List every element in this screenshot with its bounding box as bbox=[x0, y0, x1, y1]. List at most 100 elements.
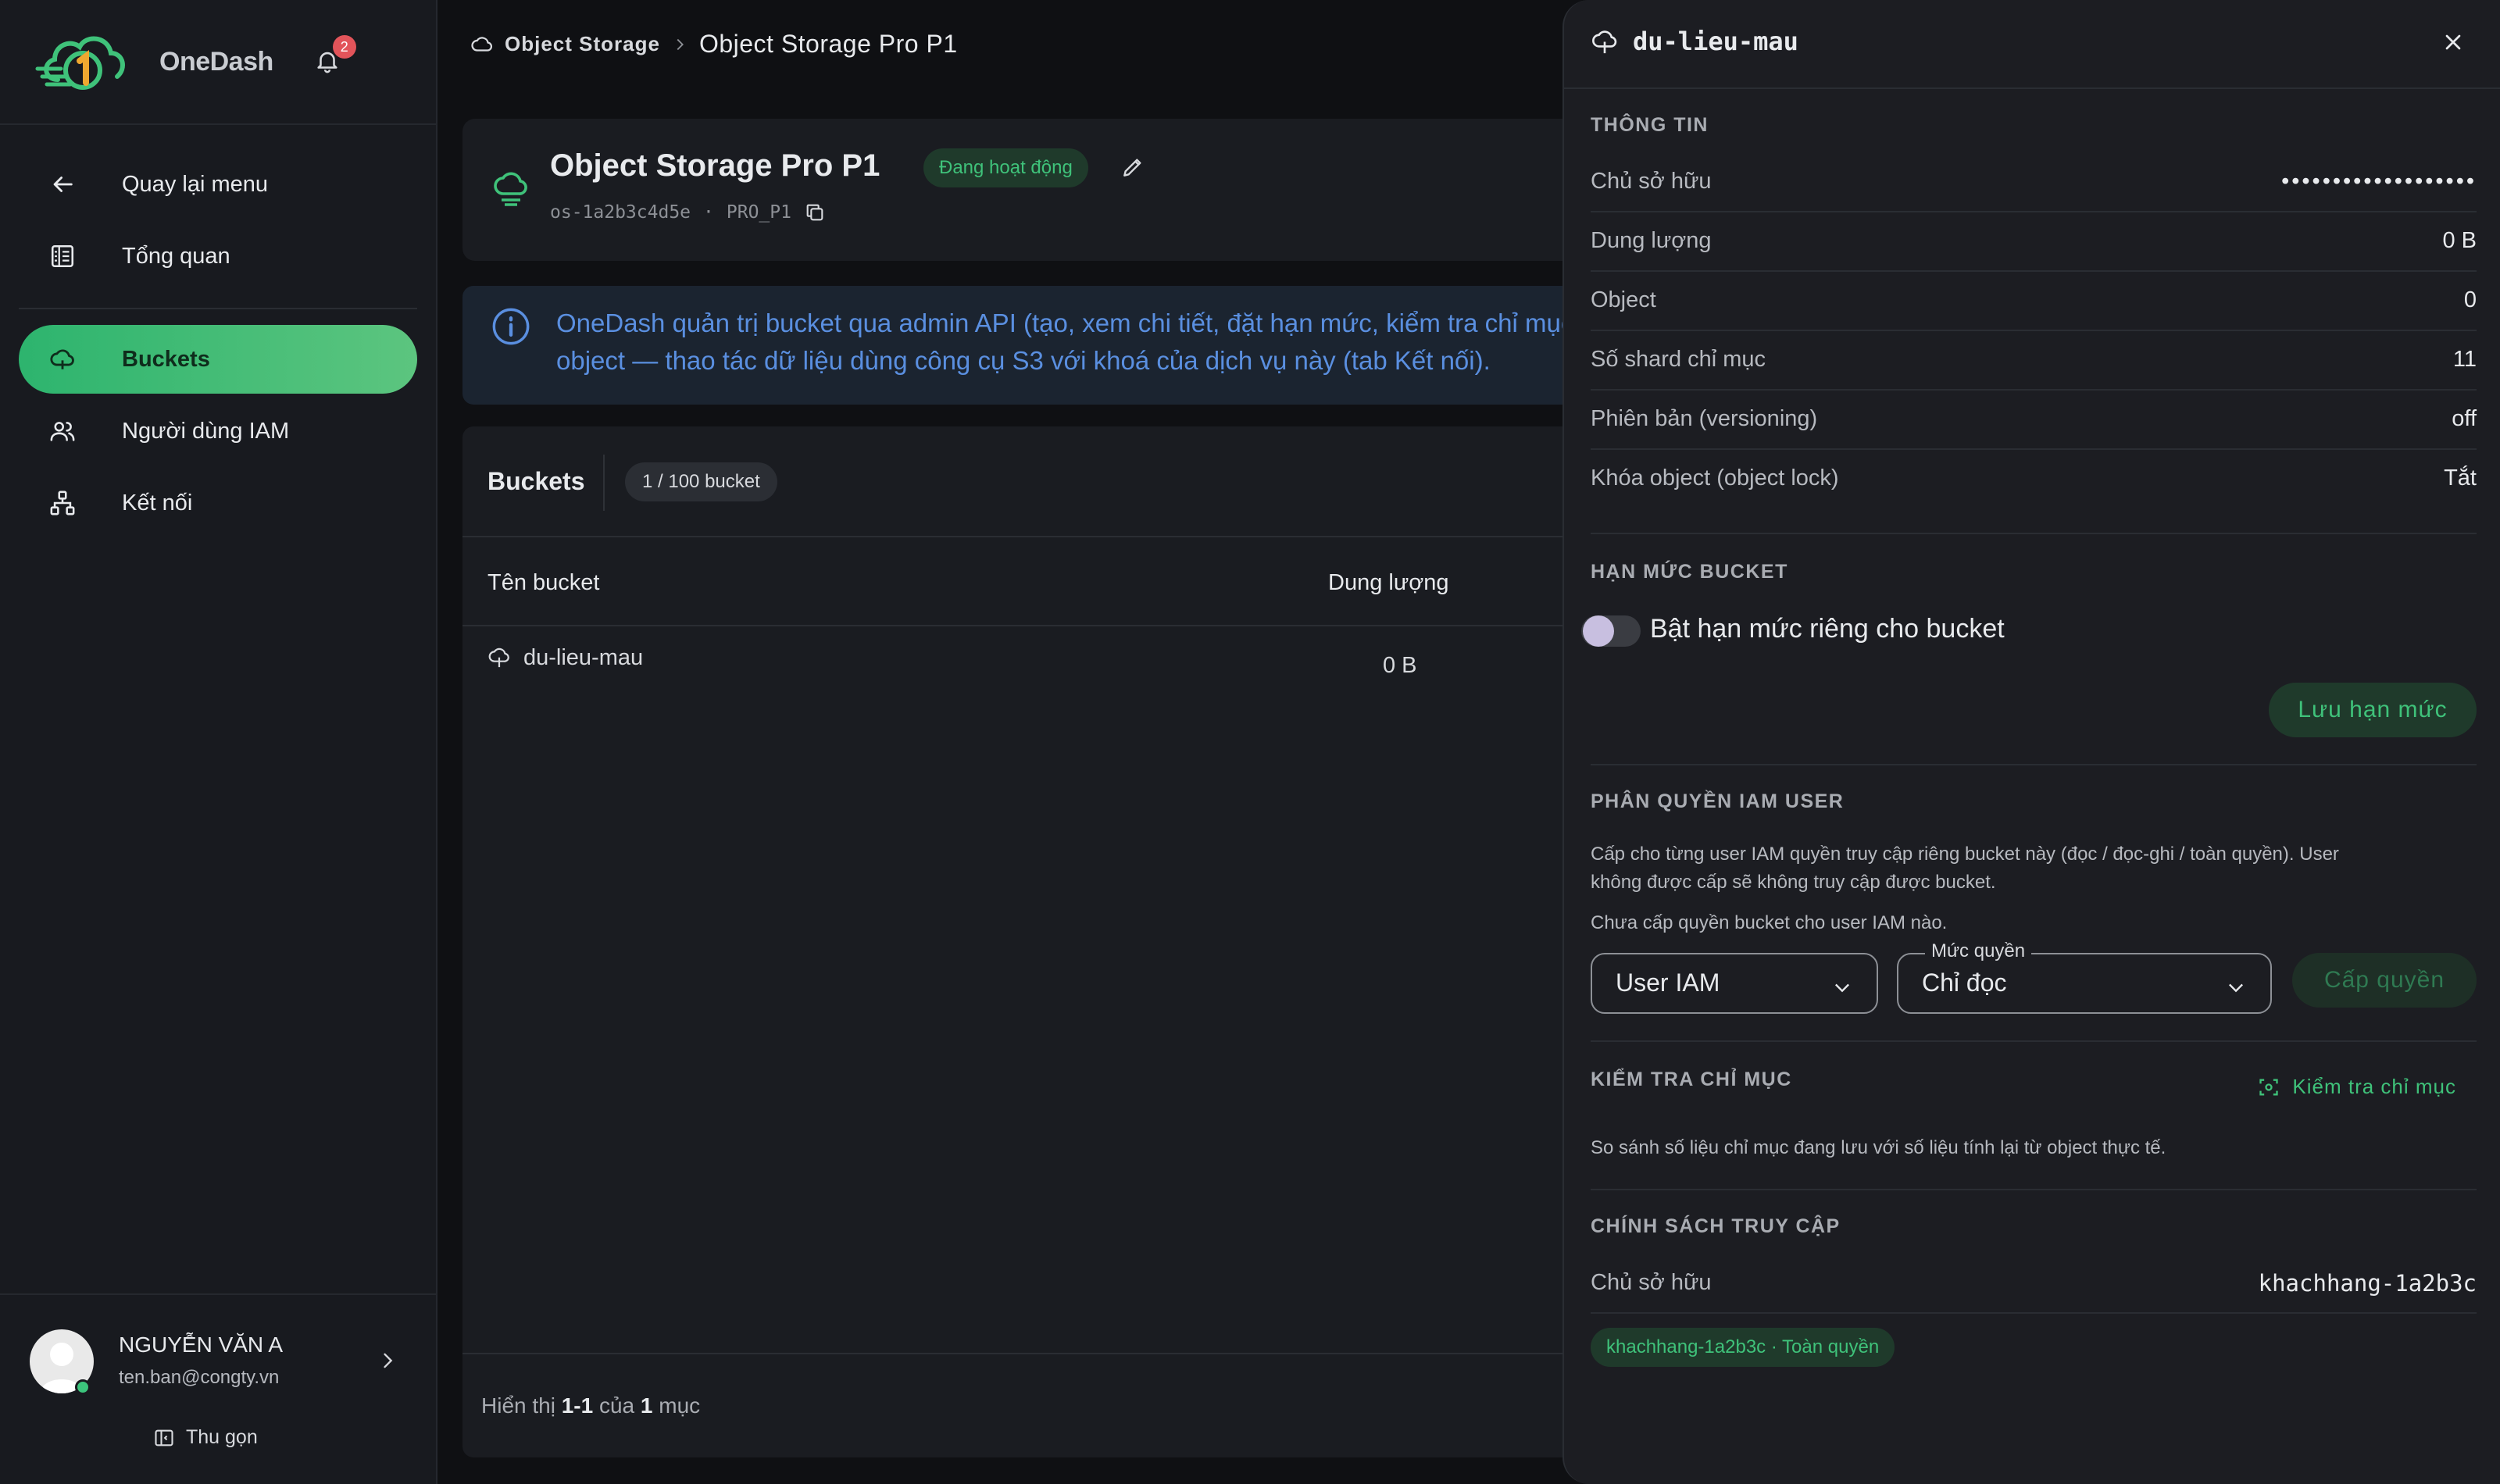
iam-empty-text: Chưa cấp quyền bucket cho user IAM nào. bbox=[1591, 912, 1948, 933]
info-row-objects: Object 0 bbox=[1591, 272, 2477, 331]
sidebar-item-iam-users[interactable]: Người dùng IAM bbox=[19, 397, 417, 466]
breadcrumb-current: Object Storage Pro P1 bbox=[698, 30, 958, 58]
section-title-iam: PHÂN QUYỀN IAM USER bbox=[1591, 790, 1845, 812]
chevron-down-icon bbox=[2229, 983, 2243, 993]
column-header-size[interactable]: Dung lượng bbox=[1328, 570, 1449, 596]
section-divider bbox=[1591, 1040, 2477, 1042]
cloud-icon bbox=[471, 36, 493, 52]
network-icon bbox=[41, 490, 84, 516]
sidebar-item-back[interactable]: Quay lại menu bbox=[19, 150, 417, 219]
edit-icon[interactable] bbox=[1120, 155, 1145, 184]
chevron-right-icon[interactable] bbox=[377, 1350, 398, 1375]
user-name: NGUYỄN VĂN A bbox=[119, 1332, 284, 1357]
user-profile[interactable]: NGUYỄN VĂN A ten.ban@congty.vn Thu gọn bbox=[0, 1293, 438, 1484]
sidebar-item-label: Tổng quan bbox=[122, 243, 230, 269]
chevron-down-icon bbox=[1835, 983, 1849, 993]
bucket-count-badge: 1 / 100 bucket bbox=[625, 462, 777, 501]
check-index-label: Kiểm tra chỉ mục bbox=[2292, 1075, 2456, 1098]
sidebar-item-label: Buckets bbox=[122, 346, 210, 372]
sidebar-item-label: Người dùng IAM bbox=[122, 418, 290, 444]
quota-toggle-label: Bật hạn mức riêng cho bucket bbox=[1650, 614, 2005, 644]
service-plan: PRO_P1 bbox=[726, 202, 791, 223]
iam-description: Cấp cho từng user IAM quyền truy cập riê… bbox=[1591, 840, 2477, 897]
iam-user-select[interactable]: User IAM bbox=[1591, 953, 1878, 1014]
close-icon[interactable] bbox=[2441, 30, 2466, 59]
toggle-knob bbox=[1583, 615, 1614, 647]
service-id: os-1a2b3c4d5e bbox=[550, 202, 691, 223]
notification-badge: 2 bbox=[332, 35, 356, 59]
dashboard-icon bbox=[41, 243, 84, 269]
separator: · bbox=[703, 202, 714, 223]
brand: OneDash 2 bbox=[0, 0, 436, 125]
chevron-right-icon bbox=[677, 38, 684, 50]
info-key: Dung lượng bbox=[1591, 228, 1712, 253]
brand-name: OneDash bbox=[159, 46, 273, 77]
quota-toggle[interactable] bbox=[1581, 615, 1641, 647]
info-key: Chủ sở hữu bbox=[1591, 169, 1712, 194]
sidebar-item-label: Kết nối bbox=[122, 490, 193, 515]
iam-user-select-value: User IAM bbox=[1616, 969, 1720, 997]
sidebar-item-overview[interactable]: Tổng quan bbox=[19, 222, 417, 291]
footer-total: 1 bbox=[640, 1393, 653, 1418]
info-row-versioning: Phiên bản (versioning) off bbox=[1591, 391, 2477, 450]
notification-bell[interactable]: 2 bbox=[314, 35, 356, 77]
section-title-index: KIỂM TRA CHỈ MỤC bbox=[1591, 1068, 1792, 1090]
sidebar-item-buckets[interactable]: Buckets bbox=[19, 325, 417, 394]
info-row-shards: Số shard chỉ mục 11 bbox=[1591, 331, 2477, 391]
table-title: Buckets bbox=[488, 467, 585, 495]
collapse-sidebar-button[interactable]: Thu gọn bbox=[153, 1426, 258, 1449]
info-value: 0 bbox=[2463, 287, 2477, 312]
online-status-dot bbox=[75, 1379, 91, 1395]
pagination-summary: Hiển thị 1-1 của 1 mục bbox=[481, 1393, 700, 1418]
iam-desc-line-1: Cấp cho từng user IAM quyền truy cập riê… bbox=[1591, 844, 2339, 865]
info-key: Object bbox=[1591, 287, 1656, 312]
breadcrumb-root[interactable]: Object Storage bbox=[505, 32, 660, 56]
info-row-size: Dung lượng 0 B bbox=[1591, 212, 2477, 272]
info-value: off bbox=[2452, 406, 2477, 431]
column-header-name[interactable]: Tên bucket bbox=[488, 570, 599, 596]
info-value: ••••••••••••••••••• bbox=[2281, 169, 2477, 194]
onedash-logo bbox=[35, 36, 125, 90]
sidebar: OneDash 2 Quay lại menu Tổng quan Bucket… bbox=[0, 0, 438, 1484]
section-divider bbox=[1591, 533, 2477, 534]
bucket-detail-drawer: du-lieu-mau THÔNG TIN Chủ sở hữu ••••••••… bbox=[1562, 0, 2500, 1484]
bucket-icon bbox=[494, 172, 527, 206]
index-description: So sánh số liệu chỉ mục đang lưu với số … bbox=[1591, 1137, 2166, 1158]
policy-permission-tag: khachhang-1a2b3c · Toàn quyền bbox=[1591, 1328, 1895, 1367]
save-quota-button[interactable]: Lưu hạn mức bbox=[2269, 683, 2477, 737]
permission-legend: Mức quyền bbox=[1925, 940, 2032, 962]
bucket-name-cell: du-lieu-mau bbox=[488, 645, 643, 671]
policy-owner-value: khachhang-1a2b3c bbox=[2258, 1270, 2477, 1297]
bucket-name: du-lieu-mau bbox=[523, 645, 644, 670]
check-index-button[interactable]: Kiểm tra chỉ mục bbox=[2258, 1075, 2456, 1099]
info-key: Số shard chỉ mục bbox=[1591, 347, 1766, 372]
info-icon bbox=[492, 308, 530, 345]
footer-suffix: mục bbox=[652, 1393, 701, 1418]
section-title-quota: HẠN MỨC BUCKET bbox=[1591, 561, 1788, 583]
sidebar-item-connect[interactable]: Kết nối bbox=[19, 469, 417, 537]
service-title: Object Storage Pro P1 bbox=[550, 148, 880, 183]
divider bbox=[603, 455, 605, 511]
section-divider bbox=[1591, 764, 2477, 765]
section-divider bbox=[1591, 1189, 2477, 1190]
drawer-header: du-lieu-mau bbox=[1564, 0, 2500, 89]
info-value: 11 bbox=[2452, 347, 2477, 372]
copy-icon[interactable] bbox=[804, 202, 826, 223]
bucket-size: 0 B bbox=[1383, 653, 1417, 678]
user-email: ten.ban@congty.vn bbox=[119, 1367, 280, 1388]
info-key: Khóa object (object lock) bbox=[1591, 466, 1839, 491]
policy-owner-row: Chủ sở hữu khachhang-1a2b3c bbox=[1591, 1254, 2477, 1314]
collapse-icon bbox=[155, 1429, 173, 1446]
users-icon bbox=[41, 418, 84, 444]
info-value: 0 B bbox=[2442, 228, 2477, 253]
section-title-info: THÔNG TIN bbox=[1591, 114, 1709, 136]
permission-select[interactable]: Mức quyền Chỉ đọc bbox=[1897, 940, 2272, 1014]
grant-permission-button[interactable]: Cấp quyền bbox=[2292, 953, 2477, 1008]
arrow-left-icon bbox=[41, 171, 84, 198]
info-key: Phiên bản (versioning) bbox=[1591, 406, 1818, 431]
bucket-icon bbox=[488, 647, 509, 667]
iam-desc-line-2: không được cấp sẽ không truy cập được bu… bbox=[1591, 872, 1996, 893]
footer-range: 1-1 bbox=[561, 1393, 594, 1418]
footer-prefix: Hiển thị bbox=[481, 1393, 562, 1418]
section-title-policy: CHÍNH SÁCH TRUY CẬP bbox=[1591, 1215, 1841, 1237]
